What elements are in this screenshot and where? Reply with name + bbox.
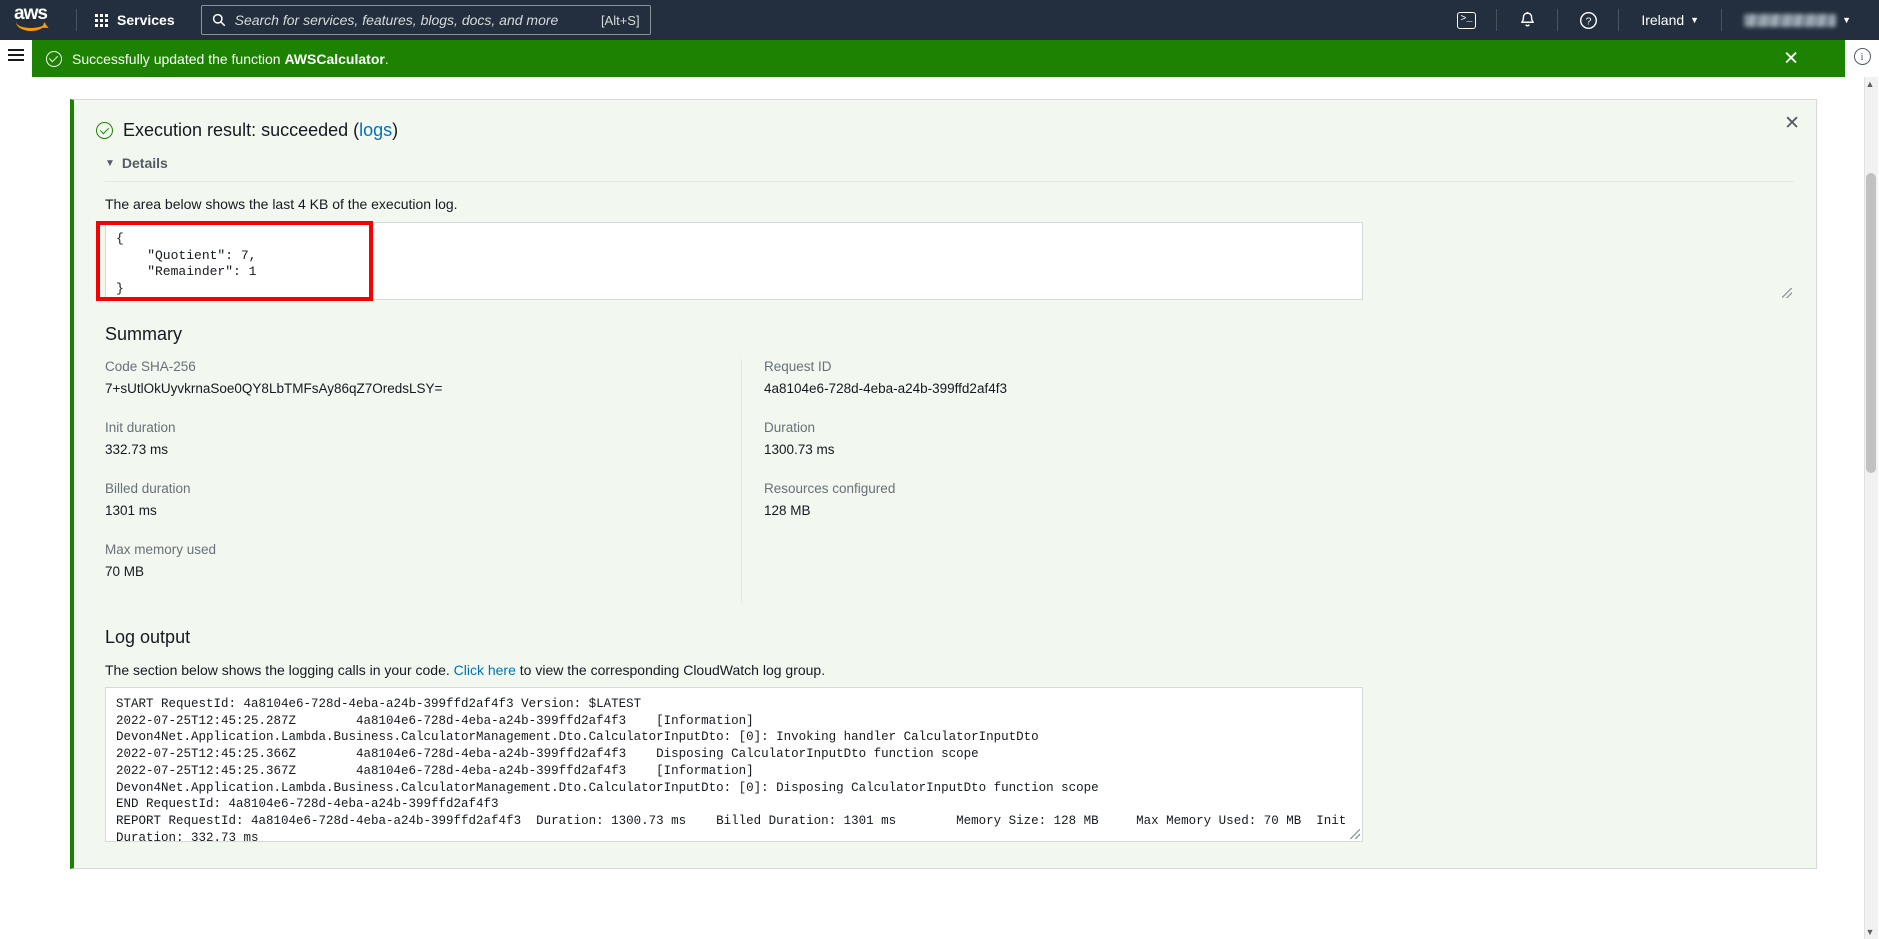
- summary-label: Duration: [764, 420, 1357, 435]
- summary-item: Resources configured 128 MB: [764, 481, 1357, 518]
- panel-close-icon[interactable]: ✕: [1784, 114, 1800, 133]
- nav-divider: [1496, 9, 1497, 31]
- right-gutter: ▲ ▼: [1845, 77, 1879, 939]
- log-output-heading: Log output: [105, 627, 1794, 648]
- log-hint-prefix: The section below shows the logging call…: [105, 662, 454, 678]
- region-label: Ireland: [1641, 12, 1684, 28]
- global-search-input[interactable]: Search for services, features, blogs, do…: [201, 5, 651, 35]
- caret-down-icon: ▼: [105, 158, 115, 169]
- hamburger-menu-icon[interactable]: [8, 49, 24, 64]
- output-json-wrapper: { "Quotient": 7, "Remainder": 1 }: [105, 222, 1794, 300]
- aws-logo-text: aws: [14, 6, 60, 21]
- page-body: ✕ Execution result: succeeded (logs) ▼ D…: [0, 77, 1879, 939]
- summary-right-column: Request ID 4a8104e6-728d-4eba-a24b-399ff…: [741, 359, 1377, 603]
- success-check-icon: [46, 51, 62, 67]
- summary-item: Max memory used 70 MB: [105, 542, 721, 579]
- summary-label: Request ID: [764, 359, 1357, 374]
- bell-icon: [1519, 11, 1536, 29]
- aws-logo[interactable]: aws: [14, 6, 60, 34]
- summary-item: Duration 1300.73 ms: [764, 420, 1357, 457]
- help-question-icon[interactable]: ?: [1568, 0, 1608, 40]
- region-selector[interactable]: Ireland ▼: [1629, 0, 1711, 40]
- cloudshell-icon[interactable]: >_: [1446, 0, 1486, 40]
- summary-item: Request ID 4a8104e6-728d-4eba-a24b-399ff…: [764, 359, 1357, 396]
- log-hint-suffix: to view the corresponding CloudWatch log…: [516, 662, 825, 678]
- page-scrollbar-track[interactable]: ▲ ▼: [1864, 77, 1878, 939]
- result-title-suffix: ): [392, 120, 398, 140]
- summary-value: 128 MB: [764, 503, 1357, 518]
- question-circle-icon: ?: [1579, 11, 1598, 30]
- log-resize-handle[interactable]: [1350, 829, 1360, 839]
- flash-notification-row: Successfully updated the function AWSCal…: [0, 40, 1879, 77]
- grid-icon: [95, 14, 108, 27]
- summary-item: Code SHA-256 7+sUtlOkUyvkrnaSoe0QY8LbTMF…: [105, 359, 721, 396]
- nav-divider: [1618, 9, 1619, 31]
- summary-label: Max memory used: [105, 542, 721, 557]
- summary-heading: Summary: [105, 324, 1794, 345]
- execution-log-hint: The area below shows the last 4 KB of th…: [105, 196, 1794, 212]
- result-title-prefix: Execution result: succeeded (: [123, 120, 359, 140]
- nav-divider: [1721, 9, 1722, 31]
- cloudshell-glyph: >_: [1457, 12, 1476, 29]
- sidebar-toggle-column: [0, 40, 32, 77]
- summary-value: 332.73 ms: [105, 442, 721, 457]
- info-icon[interactable]: i: [1854, 48, 1871, 65]
- account-name-redacted: [1744, 14, 1836, 27]
- top-nav-right-group: >_ ? Ireland ▼ ▼: [1446, 0, 1863, 40]
- account-menu[interactable]: ▼: [1732, 0, 1863, 40]
- info-panel-column: i: [1845, 40, 1879, 77]
- summary-value: 1301 ms: [105, 503, 721, 518]
- services-menu-button[interactable]: Services: [87, 6, 183, 34]
- aws-logo-smile: [16, 22, 46, 31]
- notifications-bell-icon[interactable]: [1507, 0, 1547, 40]
- summary-item: Billed duration 1301 ms: [105, 481, 721, 518]
- scroll-up-arrow-icon[interactable]: ▲: [1864, 79, 1876, 89]
- summary-value: 70 MB: [105, 564, 721, 579]
- flash-message: Successfully updated the function AWSCal…: [72, 51, 389, 67]
- cloudwatch-log-group-link[interactable]: Click here: [454, 662, 516, 678]
- log-output-textarea[interactable]: START RequestId: 4a8104e6-728d-4eba-a24b…: [105, 687, 1363, 842]
- svg-text:?: ?: [1585, 16, 1591, 27]
- summary-label: Resources configured: [764, 481, 1357, 496]
- services-label: Services: [117, 12, 175, 28]
- chevron-down-icon: ▼: [1690, 15, 1699, 25]
- summary-value: 7+sUtlOkUyvkrnaSoe0QY8LbTMFsAy86qZ7Oreds…: [105, 381, 721, 396]
- execution-output-textarea[interactable]: { "Quotient": 7, "Remainder": 1 }: [105, 222, 1363, 300]
- textarea-resize-handle[interactable]: [1782, 288, 1792, 298]
- left-gutter: [0, 77, 32, 939]
- summary-grid: Code SHA-256 7+sUtlOkUyvkrnaSoe0QY8LbTMF…: [105, 359, 1794, 603]
- flash-message-suffix: .: [385, 51, 389, 67]
- summary-label: Init duration: [105, 420, 721, 435]
- success-flash-banner: Successfully updated the function AWSCal…: [32, 40, 1845, 77]
- execution-result-title: Execution result: succeeded (logs): [123, 120, 398, 141]
- main-content: ✕ Execution result: succeeded (logs) ▼ D…: [32, 77, 1845, 939]
- search-icon: [212, 13, 226, 27]
- details-label: Details: [122, 155, 168, 171]
- summary-item: Init duration 332.73 ms: [105, 420, 721, 457]
- details-disclosure-toggle[interactable]: ▼ Details: [105, 155, 1794, 182]
- summary-label: Code SHA-256: [105, 359, 721, 374]
- logs-link[interactable]: logs: [359, 120, 392, 140]
- flash-message-prefix: Successfully updated the function: [72, 51, 284, 67]
- scroll-down-arrow-icon[interactable]: ▼: [1864, 927, 1876, 937]
- nav-divider: [76, 9, 77, 31]
- success-check-icon: [96, 122, 113, 139]
- summary-value: 1300.73 ms: [764, 442, 1357, 457]
- flash-function-name: AWSCalculator: [284, 51, 384, 67]
- page-scrollbar-thumb[interactable]: [1866, 173, 1876, 473]
- chevron-down-icon: ▼: [1842, 15, 1851, 25]
- flash-close-icon[interactable]: ✕: [1783, 49, 1799, 68]
- summary-left-column: Code SHA-256 7+sUtlOkUyvkrnaSoe0QY8LbTMF…: [105, 359, 741, 603]
- summary-label: Billed duration: [105, 481, 721, 496]
- nav-divider: [1557, 9, 1558, 31]
- search-shortcut-hint: [Alt+S]: [601, 13, 640, 28]
- execution-result-panel: ✕ Execution result: succeeded (logs) ▼ D…: [70, 99, 1817, 869]
- execution-result-header: Execution result: succeeded (logs): [96, 120, 1794, 141]
- search-placeholder: Search for services, features, blogs, do…: [235, 12, 592, 28]
- log-output-hint: The section below shows the logging call…: [105, 662, 1794, 678]
- summary-value: 4a8104e6-728d-4eba-a24b-399ffd2af4f3: [764, 381, 1357, 396]
- top-navigation-bar: aws Services Search for services, featur…: [0, 0, 1879, 40]
